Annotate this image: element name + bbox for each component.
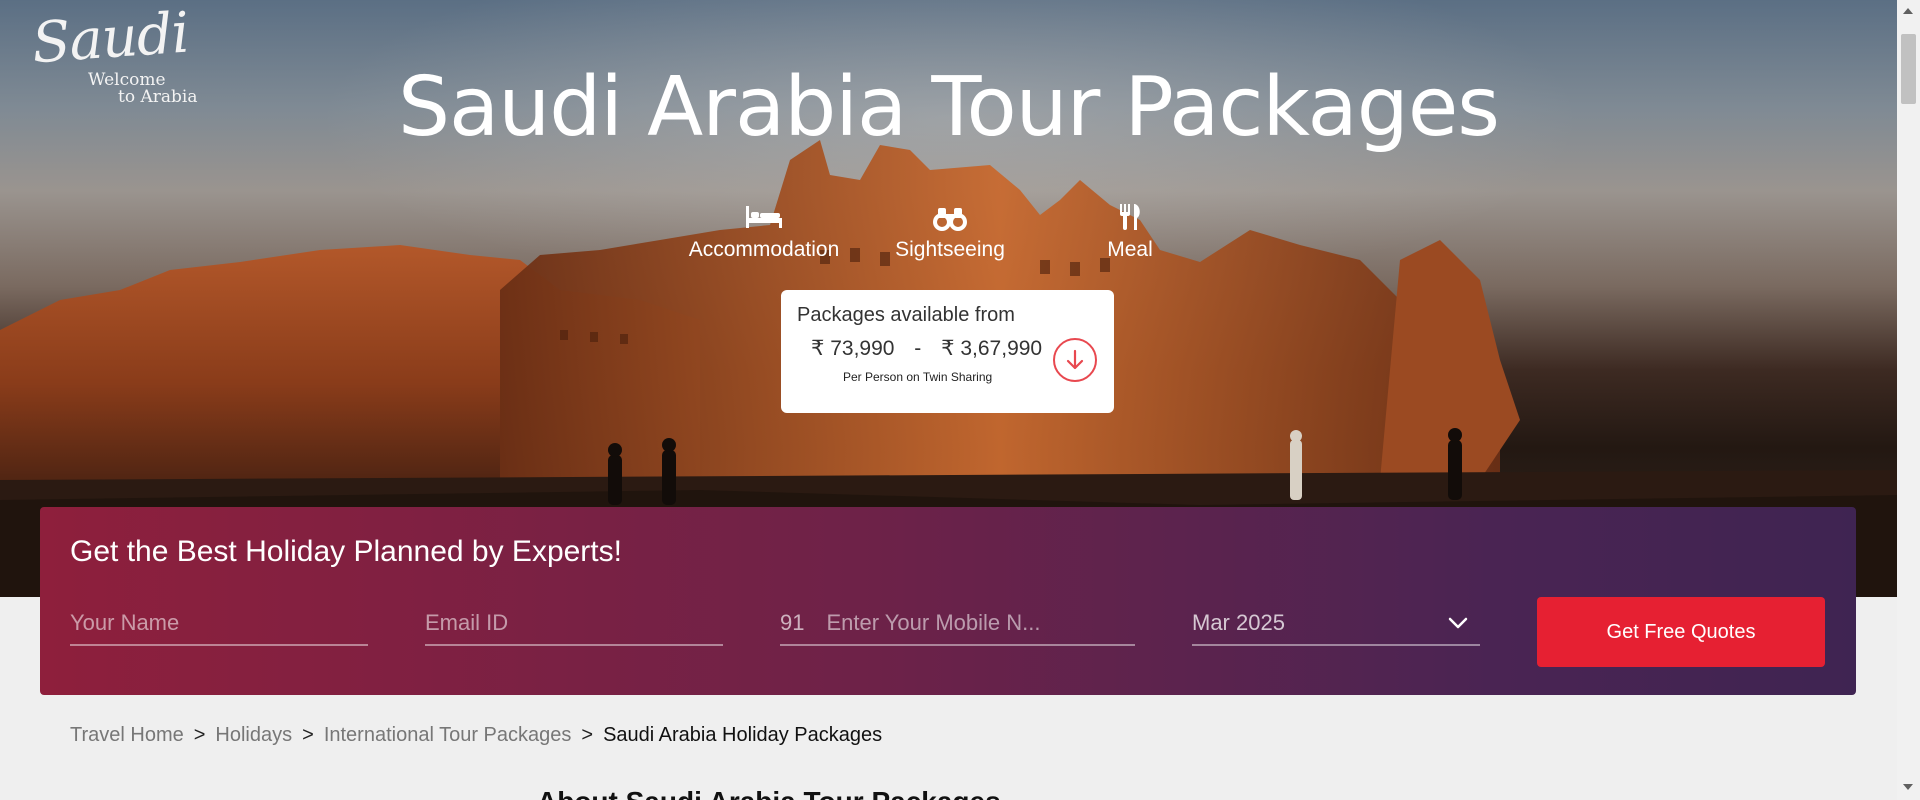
mobile-field-wrapper: 91 xyxy=(780,602,1135,646)
scroll-down-button[interactable] xyxy=(1053,338,1097,382)
max-price: 3,67,990 xyxy=(960,337,1043,360)
feature-meal: Meal xyxy=(1090,200,1170,262)
binoculars-icon xyxy=(933,208,967,231)
price-note: Per Person on Twin Sharing xyxy=(843,370,993,384)
name-field-wrapper xyxy=(70,602,368,646)
feature-meal-label: Meal xyxy=(1107,238,1153,261)
email-field-wrapper xyxy=(425,602,723,646)
breadcrumb: Travel Home > Holidays > International T… xyxy=(70,724,882,747)
price-range: ₹ 73,990 - ₹ 3,67,990 xyxy=(811,336,1042,361)
breadcrumb-current: Saudi Arabia Holiday Packages xyxy=(603,724,883,746)
enquiry-form: Get the Best Holiday Planned by Experts!… xyxy=(40,507,1856,695)
arrow-down-icon xyxy=(1066,349,1084,370)
bed-icon xyxy=(746,206,782,228)
price-separator: - xyxy=(914,337,922,360)
currency-symbol: ₹ xyxy=(941,337,955,360)
breadcrumb-separator: > xyxy=(581,724,594,746)
breadcrumb-holidays[interactable]: Holidays xyxy=(215,724,292,747)
travel-month-value: Mar 2025 xyxy=(1192,610,1285,635)
form-heading: Get the Best Holiday Planned by Experts! xyxy=(70,535,622,568)
min-price: 73,990 xyxy=(830,337,895,360)
section-heading: About Saudi Arabia Tour Packages xyxy=(537,786,1001,800)
page-title: Saudi Arabia Tour Packages xyxy=(397,60,1500,155)
country-code[interactable]: 91 xyxy=(780,610,804,636)
price-card-title: Packages available from xyxy=(797,304,1015,326)
get-free-quotes-button[interactable]: Get Free Quotes xyxy=(1537,597,1825,667)
feature-sightseeing-label: Sightseeing xyxy=(895,238,1005,261)
mobile-input[interactable] xyxy=(826,610,1135,636)
scroll-up-arrow-icon[interactable] xyxy=(1903,8,1913,14)
travel-month-select[interactable]: Mar 2025 xyxy=(1192,602,1480,646)
feature-accommodation-label: Accommodation xyxy=(688,238,840,261)
breadcrumb-international-tour-packages[interactable]: International Tour Packages xyxy=(324,724,572,747)
fork-knife-icon xyxy=(1120,204,1140,230)
scrollbar-thumb[interactable] xyxy=(1901,34,1916,104)
chevron-down-icon xyxy=(1448,617,1468,629)
scroll-down-arrow-icon[interactable] xyxy=(1903,784,1913,790)
name-input[interactable] xyxy=(70,610,368,636)
breadcrumb-travel-home[interactable]: Travel Home xyxy=(70,724,184,747)
feature-accommodation: Accommodation xyxy=(680,200,848,262)
currency-symbol: ₹ xyxy=(811,337,825,360)
price-card: Packages available from ₹ 73,990 - ₹ 3,6… xyxy=(781,290,1114,413)
email-input[interactable] xyxy=(425,610,723,636)
breadcrumb-separator: > xyxy=(193,724,206,746)
feature-sightseeing: Sightseeing xyxy=(885,200,1015,262)
page-scrollbar[interactable] xyxy=(1897,0,1920,800)
breadcrumb-separator: > xyxy=(302,724,314,746)
